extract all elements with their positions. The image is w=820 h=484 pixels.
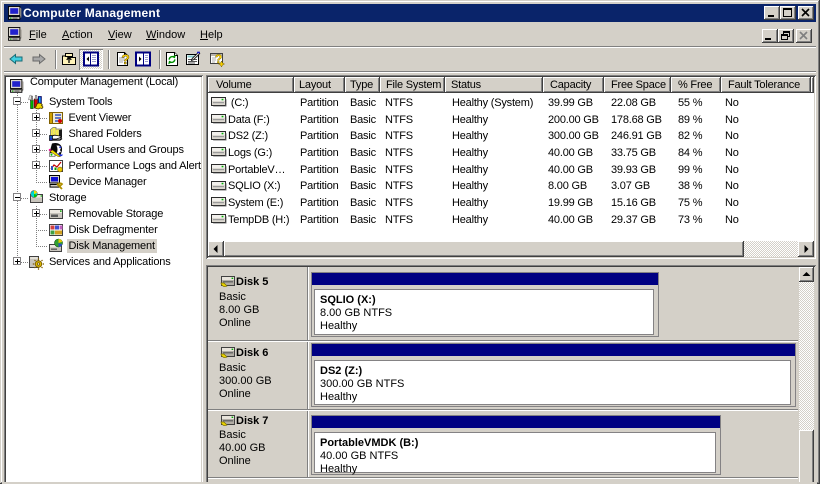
svg-text:?: ? — [121, 51, 130, 67]
